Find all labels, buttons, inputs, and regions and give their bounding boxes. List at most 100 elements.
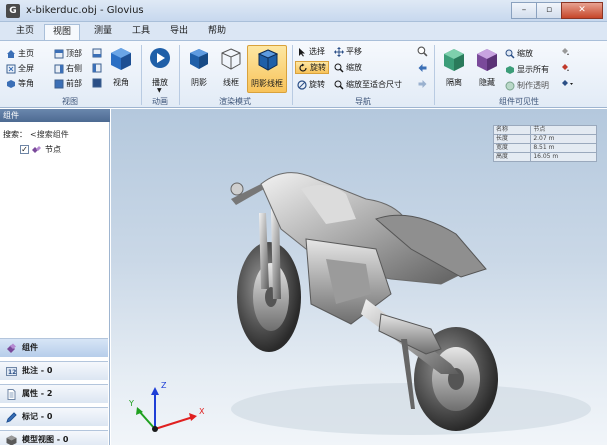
hide-label: 隐藏 [479, 78, 495, 87]
shaded-wireframe-cube-icon [258, 49, 278, 71]
home-view-button[interactable]: 主页 [6, 47, 34, 60]
rotate-z-button[interactable]: 旋转 [297, 78, 325, 91]
magnifier-icon[interactable] [417, 46, 428, 57]
menu-bar: 主页 视图 测量 工具 导出 帮助 [0, 22, 607, 40]
zoom-to-fit-button[interactable]: 缩放至适合尺寸 [334, 78, 402, 91]
isometric-view-button[interactable]: 等角 [6, 77, 34, 90]
rotate-z-icon [297, 79, 307, 90]
show-all-button[interactable]: 显示所有 [505, 63, 549, 76]
fullscreen-button[interactable]: 全屏 [6, 62, 34, 75]
z-axis-label: Z [161, 381, 167, 390]
tree-node[interactable]: ✓ 节点 [20, 144, 61, 155]
arrow-left-icon[interactable] [417, 63, 428, 73]
play-icon [150, 48, 170, 68]
show-all-cube-icon [506, 65, 514, 74]
hide-cube-icon [477, 49, 497, 71]
zoom-label: 缩放 [346, 63, 362, 72]
back-cube-icon[interactable] [92, 78, 102, 88]
home-view-label: 主页 [18, 49, 34, 58]
paint-bucket-icon[interactable] [560, 47, 570, 57]
tab-export[interactable]: 导出 [162, 24, 196, 40]
visibility-zoom-button[interactable]: 缩放 [505, 47, 533, 60]
document-icon [7, 389, 16, 400]
bottom-cube-icon[interactable] [92, 48, 102, 58]
front-view-button[interactable]: 前部 [54, 77, 82, 90]
arrow-right-icon[interactable] [417, 79, 428, 89]
cursor-icon [299, 47, 305, 56]
color-picker-icon[interactable] [560, 79, 574, 89]
left-cube-icon[interactable] [92, 63, 102, 73]
rotate-label: 旋转 [310, 63, 326, 72]
zoom-icon [505, 49, 515, 59]
isolate-cube-icon [444, 49, 464, 71]
tab-components-label: 组件 [22, 343, 38, 352]
render-group-label: 渲染模式 [219, 97, 251, 106]
top-view-label: 顶部 [66, 49, 82, 58]
shaded-button[interactable]: 阴影 [182, 45, 216, 93]
home-icon [7, 49, 15, 58]
zoom-icon [334, 63, 344, 73]
group-separator [179, 45, 180, 105]
animation-group-label: 动画 [152, 97, 168, 106]
table-cell: 8.51 m [530, 143, 597, 153]
zoom-to-fit-label: 缩放至适合尺寸 [346, 80, 402, 89]
paint-bucket-red-icon[interactable] [560, 63, 570, 73]
make-transparent-label: 制作透明 [517, 81, 549, 90]
tab-properties[interactable]: 属性 - 2 [0, 384, 108, 403]
tab-tools[interactable]: 工具 [124, 24, 158, 40]
visibility-zoom-label: 缩放 [517, 49, 533, 58]
make-transparent-button[interactable]: 制作透明 [505, 79, 549, 92]
node-label: 节点 [45, 145, 61, 154]
tab-annotations-label: 批注 - 0 [22, 366, 53, 375]
right-view-button[interactable]: 右侧 [54, 62, 82, 75]
tab-model-views[interactable]: 模型视图 - 0 [0, 430, 108, 445]
window-controls: – ▫ ✕ [511, 2, 603, 19]
table-row: 宽度 8.51 m [492, 143, 597, 153]
isolate-button[interactable]: 隔离 [437, 45, 471, 93]
tab-properties-label: 属性 - 2 [22, 389, 53, 398]
tab-markups[interactable]: 标记 - 0 [0, 407, 108, 426]
svg-text:123: 123 [8, 369, 17, 376]
table-row: 名称 节点 [492, 125, 597, 135]
ribbon: 主页 顶部 全屏 右侧 等角 前部 视角 视图 播放 ▼ 动画 阴影 线框 阴影… [0, 40, 607, 108]
top-cube-icon [54, 49, 64, 58]
maximize-button[interactable]: ▫ [536, 2, 562, 19]
tab-view[interactable]: 视图 [44, 24, 81, 40]
hide-button[interactable]: 隐藏 [470, 45, 504, 93]
perspective-cube-icon [111, 48, 131, 70]
top-view-button[interactable]: 顶部 [54, 47, 82, 60]
zoom-button[interactable]: 缩放 [334, 61, 362, 74]
node-checkbox[interactable]: ✓ [20, 145, 29, 154]
pan-button[interactable]: 平移 [334, 45, 362, 58]
wireframe-button[interactable]: 线框 [214, 45, 248, 93]
tab-home[interactable]: 主页 [8, 24, 42, 40]
group-separator [292, 45, 293, 105]
tab-help[interactable]: 帮助 [200, 24, 234, 40]
tab-measure[interactable]: 测量 [86, 24, 120, 40]
3d-viewport[interactable]: 名称 节点 长度 2.07 m 宽度 8.51 m 高度 16.05 m Z X Y [111, 109, 607, 445]
table-cell: 宽度 [492, 143, 532, 153]
minimize-button[interactable]: – [511, 2, 537, 19]
table-row: 高度 16.05 m [492, 152, 597, 162]
rotate-button[interactable]: 旋转 [295, 61, 329, 74]
app-icon: G [6, 4, 20, 18]
close-button[interactable]: ✕ [561, 2, 603, 19]
search-input[interactable]: <搜索组件 [30, 129, 69, 140]
tab-markups-label: 标记 - 0 [22, 412, 53, 421]
pencil-icon [6, 412, 17, 423]
axis-triad: Z X Y [127, 379, 217, 441]
title-bar: G x-bikerduc.obj - Glovius – ▫ ✕ [0, 0, 607, 22]
model-view-icon [6, 435, 17, 445]
component-search: 搜索： <搜索组件 [3, 129, 69, 140]
tab-components[interactable]: 组件 [0, 338, 108, 357]
isometric-view-label: 等角 [18, 79, 34, 88]
perspective-button[interactable]: 视角 [104, 45, 138, 93]
isometric-icon [7, 79, 15, 88]
table-row: 长度 2.07 m [492, 134, 597, 144]
tab-annotations[interactable]: 123 批注 - 0 [0, 361, 108, 380]
wireframe-label: 线框 [223, 78, 239, 87]
shaded-wireframe-button[interactable]: 阴影线框 [247, 45, 287, 93]
select-button[interactable]: 选择 [297, 45, 325, 58]
play-button[interactable]: 播放 ▼ [143, 45, 177, 94]
component-icon [32, 146, 41, 153]
